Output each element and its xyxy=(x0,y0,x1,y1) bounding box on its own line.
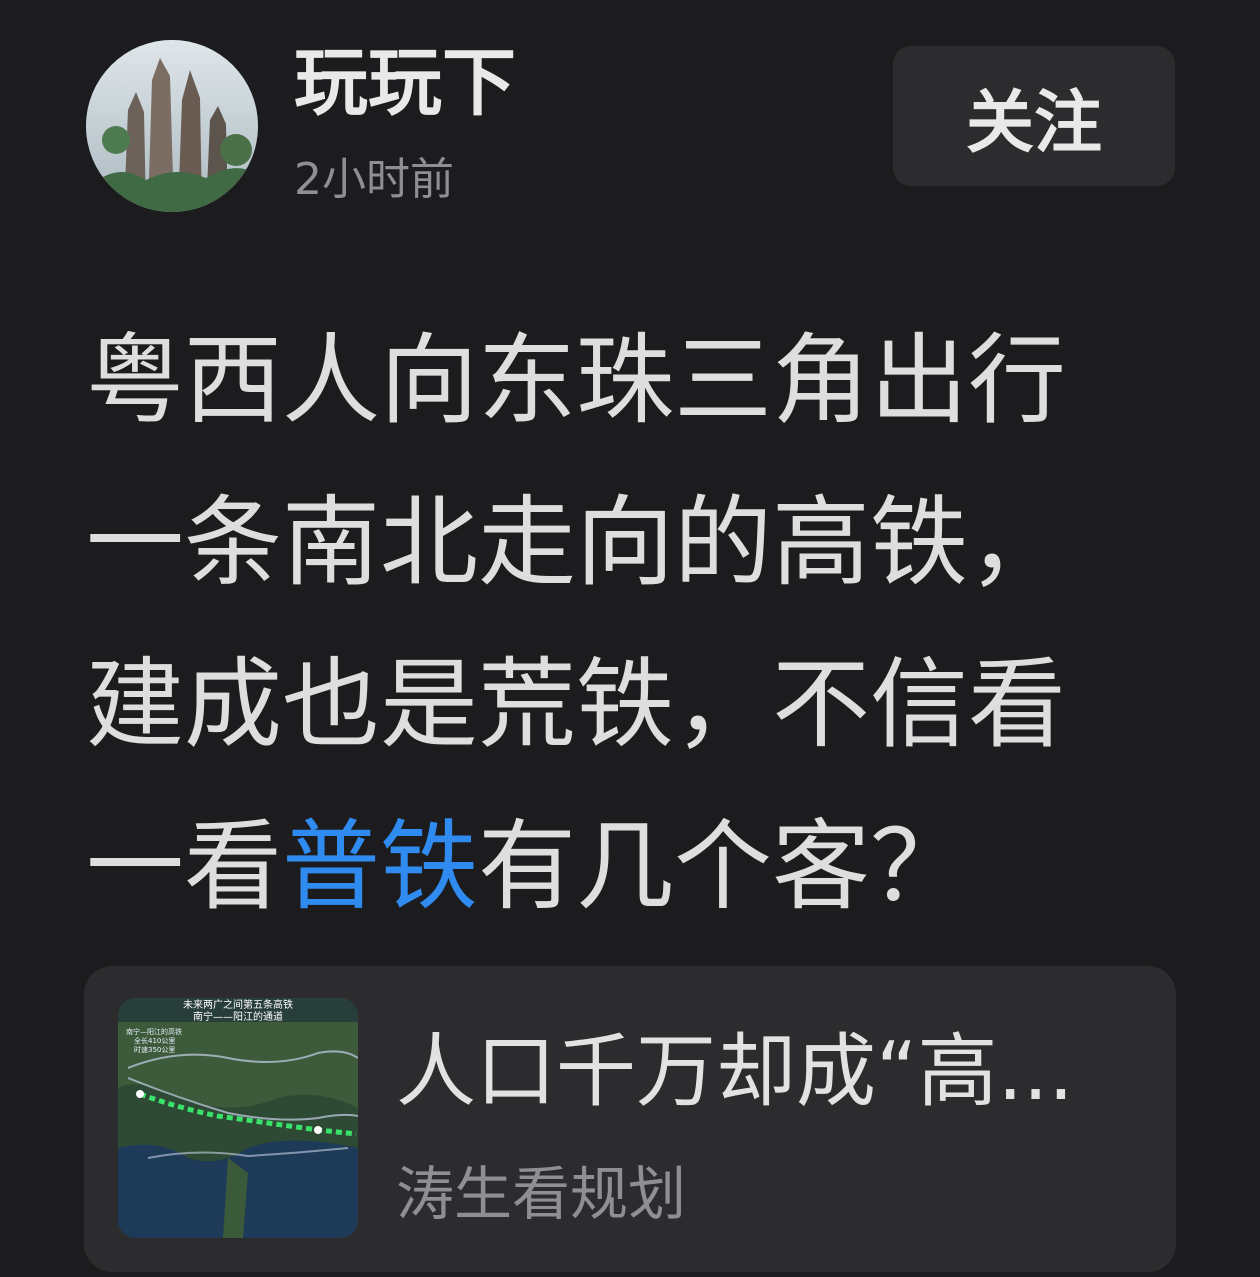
thumbnail-info-line: 全长410公里 xyxy=(134,1036,175,1045)
post-line: 一条南北走向的高铁， xyxy=(86,486,1067,600)
post-text-segment: 有几个客？ xyxy=(478,810,969,924)
thumbnail-title-line: 南宁——阳江的通道 xyxy=(193,1010,283,1023)
article-title: 人口千万却成“高... xyxy=(396,1025,1074,1118)
post-line: 建成也是荒铁，不信看 xyxy=(86,648,1067,762)
post-text-segment: 一看 xyxy=(86,810,283,924)
post-timestamp: 2小时前 xyxy=(294,154,454,205)
post-line: 粤西人向东珠三角出行 xyxy=(86,324,1067,438)
mountain-landscape-avatar-icon xyxy=(86,40,258,212)
avatar[interactable] xyxy=(86,40,258,212)
post-line: 一看普铁有几个客？ xyxy=(86,786,1186,948)
post-content: 粤西人向东珠三角出行 一条南北走向的高铁， 建成也是荒铁，不信看 一看普铁有几个… xyxy=(86,300,1186,948)
follow-button[interactable]: 关注 xyxy=(893,46,1175,186)
thumbnail-info-line: 南宁—阳江的高铁 xyxy=(126,1027,182,1036)
topic-link[interactable]: 普铁 xyxy=(282,810,478,924)
railway-map-image: 未来两广之间第五条高铁 南宁——阳江的通道 南宁—阳江的高铁 全长410公里 时… xyxy=(118,998,358,1238)
author-name[interactable]: 玩玩下 xyxy=(294,38,516,128)
article-author: 涛生看规划 xyxy=(396,1160,687,1228)
thumbnail-info-line: 时速350公里 xyxy=(134,1045,175,1054)
thumbnail-title-line: 未来两广之间第五条高铁 xyxy=(183,998,293,1011)
article-thumbnail: 未来两广之间第五条高铁 南宁——阳江的通道 南宁—阳江的高铁 全长410公里 时… xyxy=(118,998,358,1238)
linked-article-card[interactable]: 未来两广之间第五条高铁 南宁——阳江的通道 南宁—阳江的高铁 全长410公里 时… xyxy=(84,966,1176,1272)
